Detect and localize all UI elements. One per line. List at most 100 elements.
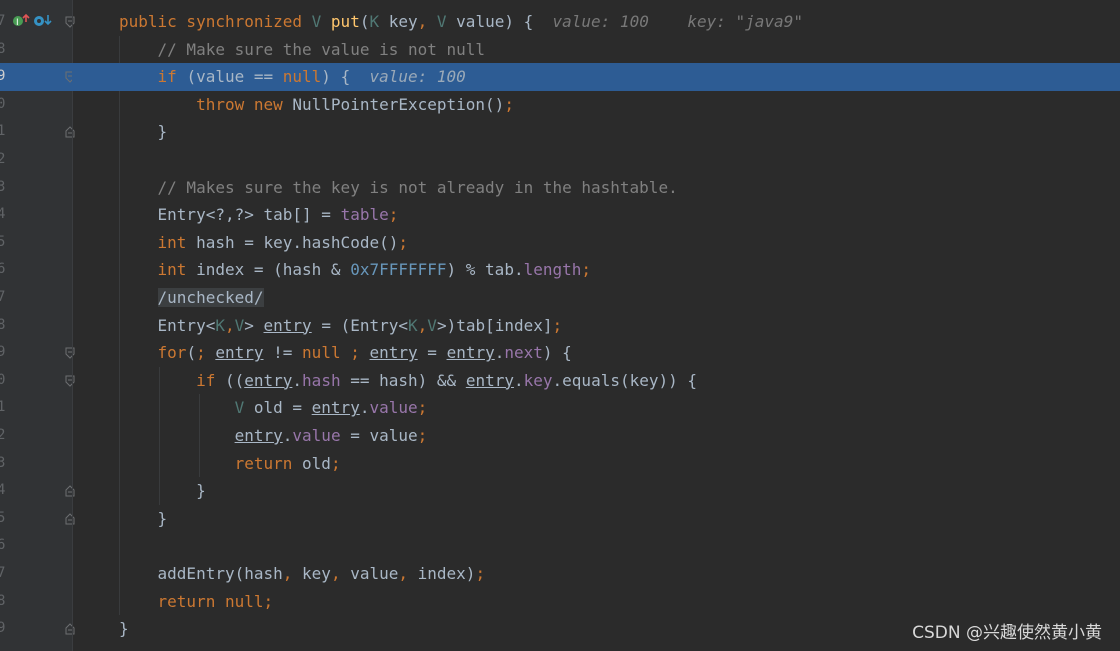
code-token: put bbox=[330, 12, 360, 31]
code-token: ; bbox=[417, 426, 428, 445]
code-line[interactable] bbox=[72, 532, 1120, 560]
code-token: value) { bbox=[456, 12, 553, 31]
gutter-line[interactable]: 5 bbox=[0, 229, 72, 257]
code-text: return old; bbox=[119, 450, 341, 478]
code-line[interactable]: /unchecked/ bbox=[72, 284, 1120, 312]
code-token: hash = key.hashCode() bbox=[196, 232, 399, 252]
gutter-line[interactable]: 3 bbox=[0, 174, 72, 202]
code-token: index) bbox=[417, 564, 476, 583]
gutter-line[interactable]: 7 bbox=[0, 560, 72, 588]
code-text: } bbox=[119, 118, 168, 146]
code-line[interactable]: if ((entry.hash == hash) && entry.key.eq… bbox=[72, 367, 1120, 395]
code-text: entry.value = value; bbox=[119, 422, 428, 450]
code-line[interactable]: entry.value = value; bbox=[72, 422, 1120, 450]
code-line[interactable]: return old; bbox=[72, 450, 1120, 478]
code-text: V old = entry.value; bbox=[119, 394, 428, 422]
code-token: entry bbox=[244, 370, 293, 390]
gutter-line[interactable]: 9 bbox=[0, 339, 75, 367]
gutter-line[interactable]: 0 bbox=[0, 367, 75, 395]
code-token: ; bbox=[417, 398, 428, 418]
code-token: . bbox=[494, 343, 505, 363]
code-token: throw new bbox=[196, 94, 293, 114]
code-token: length bbox=[523, 260, 582, 280]
code-line[interactable]: } bbox=[72, 118, 1120, 146]
code-token: if bbox=[157, 67, 187, 87]
gutter-line[interactable]: 1 bbox=[0, 118, 75, 146]
code-line[interactable]: for(; entry != null ; entry = entry.next… bbox=[72, 339, 1120, 367]
code-text: } bbox=[119, 477, 206, 505]
code-token: ) { bbox=[321, 67, 370, 87]
code-text: if (value == null) { value: 100 bbox=[119, 63, 466, 91]
current-execution-line[interactable]: if (value == null) { value: 100 bbox=[72, 63, 1120, 91]
code-line[interactable]: // Makes sure the key is not already in … bbox=[72, 174, 1120, 202]
code-text: addEntry(hash, key, value, index); bbox=[119, 560, 486, 588]
code-text: Entry<K,V> entry = (Entry<K,V>)tab[index… bbox=[119, 312, 563, 340]
gutter-line[interactable]: 8 bbox=[0, 36, 72, 64]
code-line[interactable]: addEntry(hash, key, value, index); bbox=[72, 560, 1120, 588]
debug-inline-value: value: 100 key: "java9" bbox=[552, 12, 803, 31]
code-line[interactable]: } bbox=[72, 477, 1120, 505]
gutter-line[interactable]: 9 bbox=[0, 615, 75, 643]
code-token: Entry<?,?> tab[] = bbox=[119, 205, 341, 225]
code-token: ; bbox=[552, 315, 563, 335]
gutter-line[interactable]: 4 bbox=[0, 477, 75, 505]
code-token: value bbox=[292, 426, 341, 445]
gutter-line[interactable]: 4 bbox=[0, 201, 72, 229]
code-line[interactable]: int hash = key.hashCode(); bbox=[72, 229, 1120, 257]
line-number: 0 bbox=[0, 371, 6, 388]
code-token: K bbox=[408, 315, 418, 335]
gutter-line[interactable]: 0 bbox=[0, 91, 72, 119]
line-number: 5 bbox=[0, 233, 6, 250]
gutter-line[interactable]: 1 bbox=[0, 394, 72, 422]
line-number: 2 bbox=[0, 427, 6, 443]
line-number: 5 bbox=[0, 509, 6, 526]
code-line[interactable]: Entry<?,?> tab[] = table; bbox=[72, 201, 1120, 229]
code-token: return bbox=[234, 453, 303, 473]
line-number: 8 bbox=[0, 592, 6, 609]
gutter-line[interactable]: 7 bbox=[0, 284, 72, 312]
gutter-line[interactable]: 9 bbox=[0, 63, 75, 91]
line-number: 4 bbox=[0, 482, 6, 499]
code-token: null bbox=[282, 67, 322, 87]
code-text: throw new NullPointerException(); bbox=[119, 91, 514, 119]
code-line[interactable]: public synchronized V put(K key, V value… bbox=[72, 8, 1120, 36]
code-line[interactable]: } bbox=[72, 505, 1120, 533]
code-token: ; bbox=[504, 94, 514, 114]
code-token: key bbox=[388, 12, 418, 31]
code-line[interactable]: // Make sure the value is not null bbox=[72, 36, 1120, 64]
gutter-line[interactable]: 6 bbox=[0, 256, 72, 284]
gutter-line[interactable]: 2 bbox=[0, 422, 72, 450]
gutter-line[interactable]: 7 bbox=[0, 8, 75, 36]
code-line[interactable]: return null; bbox=[72, 588, 1120, 616]
line-number: 9 bbox=[0, 620, 6, 637]
code-line[interactable]: V old = entry.value; bbox=[72, 394, 1120, 422]
code-token: 0x7FFFFFFF bbox=[350, 260, 447, 280]
code-token: ( bbox=[186, 343, 197, 363]
code-line[interactable]: Entry<K,V> entry = (Entry<K,V>)tab[index… bbox=[72, 312, 1120, 340]
gutter-line[interactable]: 8 bbox=[0, 588, 72, 616]
code-token: key bbox=[302, 564, 331, 583]
code-token: entry bbox=[446, 343, 495, 363]
line-number: 9 bbox=[0, 68, 6, 85]
gutter-line[interactable]: 6 bbox=[0, 532, 72, 560]
code-line[interactable]: throw new NullPointerException(); bbox=[72, 91, 1120, 119]
line-number: 8 bbox=[0, 316, 6, 333]
code-line[interactable]: int index = (hash & 0x7FFFFFFF) % tab.le… bbox=[72, 256, 1120, 284]
line-number: 7 bbox=[0, 13, 6, 29]
code-text: int hash = key.hashCode(); bbox=[119, 229, 408, 257]
gutter-line[interactable]: 2 bbox=[0, 146, 72, 174]
gutter-line[interactable]: 3 bbox=[0, 450, 72, 478]
line-number: 2 bbox=[0, 151, 6, 167]
gutter-line[interactable]: 8 bbox=[0, 312, 72, 340]
code-token: Entry< bbox=[119, 315, 216, 335]
code-token: entry bbox=[369, 343, 418, 363]
gutter-line[interactable]: 5 bbox=[0, 505, 75, 533]
code-line[interactable] bbox=[72, 146, 1120, 174]
